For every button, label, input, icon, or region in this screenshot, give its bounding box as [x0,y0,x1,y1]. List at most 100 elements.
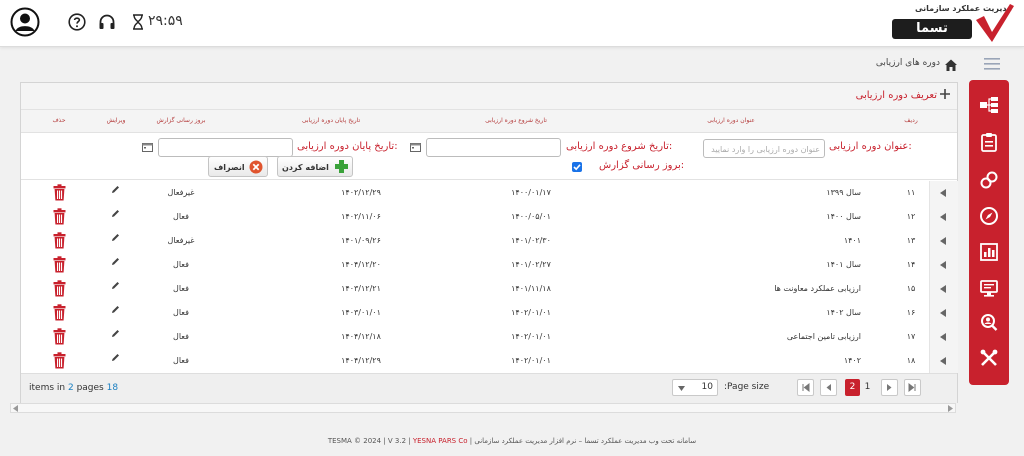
row-status: فعال [173,260,189,269]
report-chart-icon[interactable] [979,242,999,262]
edit-pencil-icon[interactable] [111,185,120,194]
next-page-icon [887,384,892,391]
org-chart-icon[interactable] [979,95,999,115]
first-page-icon [802,382,810,393]
row-expander[interactable] [929,205,958,229]
delete-trash-icon[interactable] [53,352,66,369]
row-title: ۱۴۰۱ [843,236,861,245]
row-status: فعال [173,212,189,221]
row-title: سال ۱۴۰۰ [826,212,861,221]
row-expander[interactable] [929,349,958,373]
delete-trash-icon[interactable] [53,256,66,273]
user-avatar-icon[interactable] [10,7,40,37]
footer-brand[interactable]: YESNA PARS Co [413,437,468,445]
pages-count: 2 [67,383,74,393]
compass-icon[interactable] [979,206,999,226]
row-start-date: ۱۴۰۰/۰۱/۱۷ [511,188,551,197]
hamburger-menu-icon[interactable] [984,57,1000,71]
panel-header: تعریف دوره ارزیابی [21,83,957,110]
add-button-label: اضافه کردن [282,163,329,172]
row-expander[interactable] [929,325,958,349]
row-start-date: ۱۴۰۱/۰۲/۳۰ [511,236,551,245]
row-expander[interactable] [929,229,958,253]
add-button[interactable]: اضافه کردن [277,156,353,177]
delete-trash-icon[interactable] [53,184,66,201]
link-icon[interactable] [979,170,999,190]
row-status: غیرفعال [167,236,195,245]
start-calendar-icon[interactable] [410,143,421,152]
checkmark-icon [573,164,581,171]
col-end-date[interactable]: تاریخ پایان دوره ارزیابی [266,117,396,124]
edit-pencil-icon[interactable] [111,353,120,362]
row-expander[interactable] [929,253,958,277]
expand-plus-icon[interactable] [939,88,951,100]
row-start-date: ۱۴۰۰/۰۵/۰۱ [511,212,551,221]
page-size-select[interactable]: 10 [672,379,718,396]
expand-arrow-icon [940,357,946,365]
headset-icon[interactable] [98,13,116,31]
edit-pencil-icon[interactable] [111,209,120,218]
edit-pencil-icon[interactable] [111,329,120,338]
session-timer: ۲۹:۵۹ [148,13,183,29]
horizontal-scrollbar[interactable] [10,403,956,413]
total-items: 18 [106,383,119,393]
cancel-button[interactable]: انصراف [208,156,268,177]
expand-arrow-icon [940,237,946,245]
row-title: ارزیابی عملکرد معاونت ها [774,284,861,293]
clipboard-icon[interactable] [979,132,999,152]
last-page-button[interactable] [904,379,921,396]
expand-arrow-icon [940,333,946,341]
row-title: ۱۴۰۲ [843,356,861,365]
end-calendar-icon[interactable] [142,143,153,152]
table-row: ۱۵ ارزیابی عملکرد معاونت ها ۱۴۰۱/۱۱/۱۸ ۱… [21,277,958,302]
prev-page-button[interactable] [820,379,837,396]
delete-trash-icon[interactable] [53,208,66,225]
row-start-date: ۱۴۰۱/۰۲/۲۷ [511,260,551,269]
row-expander[interactable] [929,181,958,205]
pager-bar: items in 2 pages 18 10 :Page size 2 1 [21,373,957,403]
row-expander[interactable] [929,301,958,325]
delete-trash-icon[interactable] [53,232,66,249]
row-end-date: ۱۴۰۴/۱۲/۲۰ [341,260,381,269]
edit-pencil-icon[interactable] [111,281,120,290]
row-number: ۱۶ [906,308,916,317]
footer-prefix: TESMA © 2024 | V 3.2 | [327,437,411,445]
breadcrumb-current[interactable]: دوره های ارزیابی [870,58,940,68]
delete-trash-icon[interactable] [53,280,66,297]
end-date-input[interactable] [158,138,293,157]
table-row: ۱۴ سال ۱۴۰۱ ۱۴۰۱/۰۲/۲۷ ۱۴۰۴/۱۲/۲۰ فعال [21,253,958,278]
help-icon[interactable] [68,13,86,31]
monitor-icon[interactable] [979,278,999,298]
delete-trash-icon[interactable] [53,304,66,321]
page-size-label: :Page size [724,382,770,392]
col-row-number[interactable]: ردیف [891,117,931,124]
next-page-button[interactable] [881,379,898,396]
row-expander[interactable] [929,277,958,301]
col-title[interactable]: عنوان دوره ارزیابی [661,117,801,124]
scroll-right-icon[interactable] [947,405,953,412]
col-report-update[interactable]: بروز رسانی گزارش [141,117,221,124]
edit-pencil-icon[interactable] [111,305,120,314]
table-row: ۱۲ سال ۱۴۰۰ ۱۴۰۰/۰۵/۰۱ ۱۴۰۲/۱۱/۰۶ فعال [21,205,958,230]
edit-pencil-icon[interactable] [111,233,120,242]
col-delete: حذف [52,117,66,124]
user-search-icon[interactable] [979,313,999,333]
row-end-date: ۱۴۰۴/۱۲/۲۹ [341,356,381,365]
update-report-checkbox[interactable] [572,162,582,172]
start-date-input[interactable] [426,138,561,157]
title-input[interactable]: عنوان دوره ارزیابی را وارد نمایید [703,139,825,158]
first-page-button[interactable] [797,379,814,396]
current-page-button[interactable]: 2 [845,379,860,396]
table-row: ۱۸ ۱۴۰۲ ۱۴۰۲/۰۱/۰۱ ۱۴۰۴/۱۲/۲۹ فعال [21,349,958,374]
tools-icon[interactable] [979,348,999,368]
expand-arrow-icon [940,309,946,317]
home-icon[interactable] [944,58,958,72]
edit-pencil-icon[interactable] [111,257,120,266]
cancel-button-label: انصراف [214,163,245,172]
row-end-date: ۱۴۰۳/۰۱/۰۱ [341,308,381,317]
col-start-date[interactable]: تاریخ شروع دوره ارزیابی [431,117,601,124]
delete-trash-icon[interactable] [53,328,66,345]
scroll-left-icon[interactable] [13,405,19,412]
evaluation-periods-panel: تعریف دوره ارزیابی ردیف عنوان دوره ارزیا… [20,82,958,403]
page-1-button[interactable]: 1 [860,379,875,396]
